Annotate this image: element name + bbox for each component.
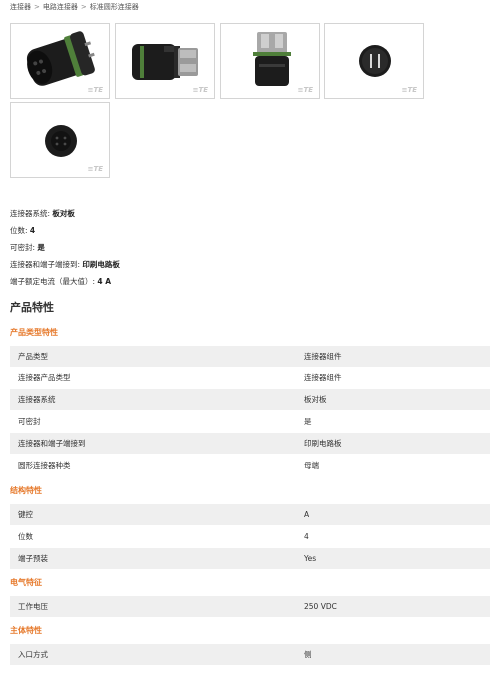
table-row: 入口方式 侧 <box>10 644 490 665</box>
te-logo: ≡TE <box>192 86 208 94</box>
breadcrumb-item-circuit-connectors[interactable]: 电路连接器 <box>43 2 78 12</box>
table-row: 连接器系统 板对板 <box>10 389 490 410</box>
product-thumbnail-1[interactable]: ≡TE <box>10 23 110 99</box>
row-key: 端子预装 <box>18 554 48 563</box>
table-row: 端子预装 Yes <box>10 548 490 569</box>
row-value: 是 <box>304 417 312 426</box>
summary-label: 位数: <box>10 226 28 235</box>
te-logo: ≡TE <box>87 165 103 173</box>
table-row: 产品类型 连接器组件 <box>10 346 490 367</box>
row-key: 入口方式 <box>18 650 48 659</box>
breadcrumb-item-circular-connectors[interactable]: 标准圆形连接器 <box>90 2 139 12</box>
te-logo: ≡TE <box>297 86 313 94</box>
row-value: 侧 <box>304 650 312 659</box>
summary-value: 印刷电路板 <box>82 260 120 269</box>
row-key: 连接器和端子端接到 <box>18 439 86 448</box>
row-value: 连接器组件 <box>304 352 342 361</box>
breadcrumb-item-connectors[interactable]: 连接器 <box>10 2 31 12</box>
summary-label: 端子额定电流（最大值）: <box>10 277 96 286</box>
summary-positions: 位数: 4 <box>10 225 35 236</box>
product-thumbnail-4[interactable]: ≡TE <box>324 23 424 99</box>
row-key: 连接器产品类型 <box>18 373 71 382</box>
te-logo: ≡TE <box>87 86 103 94</box>
row-key: 工作电压 <box>18 602 48 611</box>
table-row: 工作电压 250 VDC <box>10 596 490 617</box>
row-key: 圆形连接器种类 <box>18 461 71 470</box>
row-value: Yes <box>304 554 317 563</box>
row-value: 连接器组件 <box>304 373 342 382</box>
row-value: 母端 <box>304 461 319 470</box>
table-row: 键控 A <box>10 504 490 525</box>
row-value: 4 <box>304 532 309 541</box>
row-key: 位数 <box>18 532 33 541</box>
group-title-electrical: 电气特征 <box>10 578 42 587</box>
summary-termination: 连接器和端子端接到: 印刷电路板 <box>10 259 120 270</box>
summary-label: 连接器系统: <box>10 209 51 218</box>
summary-rated-current: 端子额定电流（最大值）: 4 A <box>10 276 111 287</box>
summary-value: 4 A <box>97 277 112 286</box>
summary-label: 可密封: <box>10 243 36 252</box>
row-key: 可密封 <box>18 417 41 426</box>
summary-connector-system: 连接器系统: 板对板 <box>10 208 75 219</box>
product-thumbnail-5[interactable]: ≡TE <box>10 102 110 178</box>
summary-sealable: 可密封: 是 <box>10 242 45 253</box>
summary-value: 板对板 <box>52 209 75 218</box>
row-key: 连接器系统 <box>18 395 56 404</box>
group-title-structure: 结构特性 <box>10 486 42 495</box>
table-row: 连接器和端子端接到 印刷电路板 <box>10 433 490 454</box>
group-title-product-type: 产品类型特性 <box>10 328 58 337</box>
product-thumbnail-3[interactable]: ≡TE <box>220 23 320 99</box>
breadcrumb-separator: > <box>80 3 87 11</box>
row-value: 印刷电路板 <box>304 439 342 448</box>
table-row: 圆形连接器种类 母端 <box>10 455 490 476</box>
table-row: 连接器产品类型 连接器组件 <box>10 367 490 388</box>
summary-label: 连接器和端子端接到: <box>10 260 81 269</box>
row-key: 键控 <box>18 510 33 519</box>
row-key: 产品类型 <box>18 352 48 361</box>
summary-value: 是 <box>37 243 45 252</box>
group-title-body: 主体特性 <box>10 626 42 635</box>
table-row: 可密封 是 <box>10 411 490 432</box>
table-row: 位数 4 <box>10 526 490 547</box>
row-value: 250 VDC <box>304 602 337 611</box>
section-title-product-features: 产品特性 <box>10 301 54 314</box>
breadcrumb: 连接器 > 电路连接器 > 标准圆形连接器 <box>10 2 139 12</box>
product-thumbnail-2[interactable]: ≡TE <box>115 23 215 99</box>
row-value: A <box>304 510 310 519</box>
row-value: 板对板 <box>304 395 327 404</box>
te-logo: ≡TE <box>401 86 417 94</box>
breadcrumb-separator: > <box>34 3 40 11</box>
summary-value: 4 <box>29 226 36 235</box>
